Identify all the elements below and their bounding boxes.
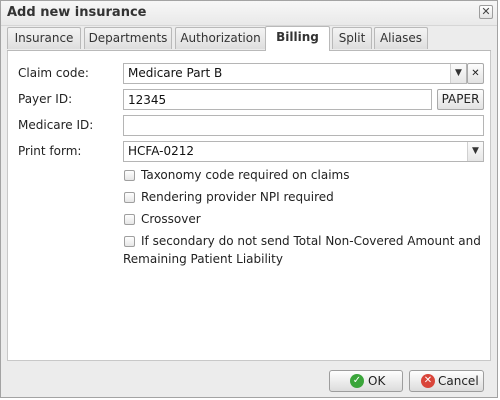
npi-checkbox[interactable]: [124, 192, 135, 203]
medicare-id-input[interactable]: [123, 115, 484, 136]
secondary-checkbox-label[interactable]: If secondary do not send Total Non-Cover…: [141, 234, 481, 248]
tab-authorization[interactable]: Authorization: [175, 27, 266, 49]
tab-insurance[interactable]: Insurance: [7, 27, 81, 49]
tab-aliases[interactable]: Aliases: [374, 27, 428, 49]
print-form-label: Print form:: [18, 144, 82, 158]
check-icon: ✓: [350, 374, 364, 388]
claim-code-clear-button[interactable]: ✕: [467, 63, 484, 84]
clear-icon: ✕: [471, 68, 480, 79]
taxonomy-checkbox-label[interactable]: Taxonomy code required on claims: [141, 168, 350, 182]
npi-checkbox-label[interactable]: Rendering provider NPI required: [141, 190, 334, 204]
crossover-checkbox-label[interactable]: Crossover: [141, 212, 201, 226]
ok-button-label: OK: [368, 374, 386, 388]
cancel-icon: ✕: [421, 374, 435, 388]
secondary-checkbox[interactable]: [124, 236, 135, 247]
print-form-value: HCFA-0212: [128, 144, 195, 158]
payer-id-label: Payer ID:: [18, 92, 73, 106]
ok-button[interactable]: ✓ OK: [329, 370, 403, 392]
close-button[interactable]: ✕: [479, 5, 493, 19]
medicare-id-label: Medicare ID:: [18, 118, 94, 132]
print-form-select[interactable]: HCFA-0212 ▼: [123, 141, 484, 162]
claim-code-label: Claim code:: [18, 66, 89, 80]
cancel-button[interactable]: ✕ Cancel: [409, 370, 484, 392]
add-insurance-dialog: Add new insurance ✕ Insurance Department…: [0, 0, 498, 398]
tab-departments[interactable]: Departments: [84, 27, 172, 49]
taxonomy-checkbox[interactable]: [124, 170, 135, 181]
tab-billing[interactable]: Billing: [265, 26, 330, 51]
paper-button[interactable]: PAPER: [437, 89, 484, 110]
claim-code-value: Medicare Part B: [128, 66, 223, 80]
cancel-button-label: Cancel: [438, 374, 479, 388]
print-form-dropdown-icon[interactable]: ▼: [467, 142, 483, 161]
claim-code-dropdown-icon[interactable]: ▼: [450, 64, 466, 83]
dialog-title: Add new insurance: [7, 5, 147, 20]
billing-panel: Claim code: Medicare Part B ▼ ✕ Payer ID…: [7, 51, 491, 361]
crossover-checkbox[interactable]: [124, 214, 135, 225]
title-bar[interactable]: Add new insurance ✕: [1, 1, 497, 26]
secondary-checkbox-label-line2[interactable]: Remaining Patient Liability: [123, 252, 283, 266]
tab-strip: Insurance Departments Authorization Bill…: [7, 26, 491, 51]
payer-id-input[interactable]: [123, 89, 432, 110]
tab-split[interactable]: Split: [332, 27, 372, 49]
close-icon: ✕: [481, 5, 491, 18]
claim-code-select[interactable]: Medicare Part B ▼: [123, 63, 467, 84]
